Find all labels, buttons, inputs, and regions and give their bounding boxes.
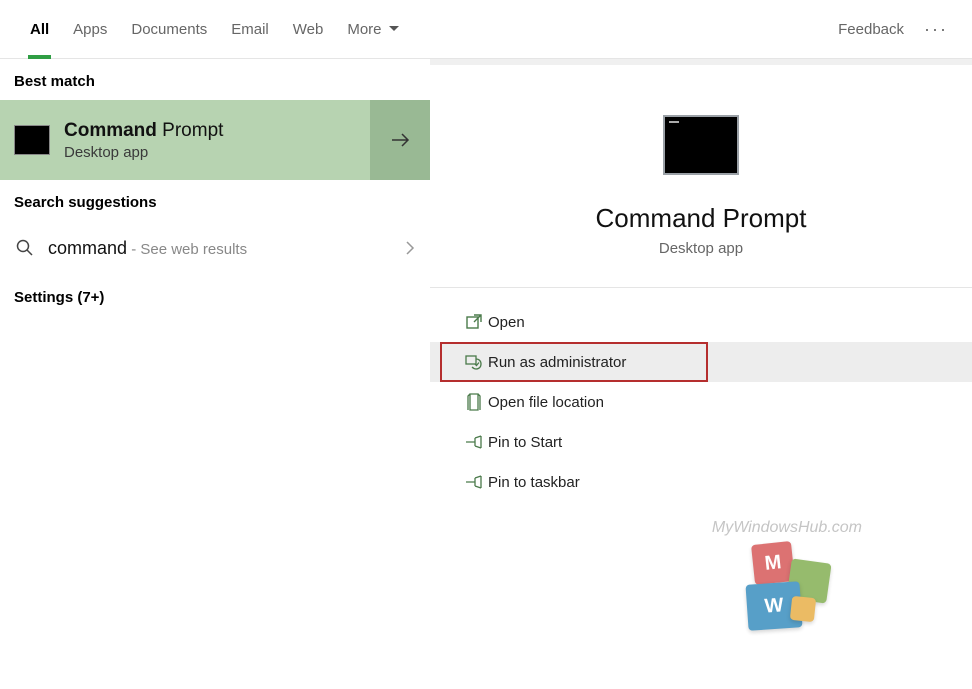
action-open-file-location[interactable]: Open file location [430, 382, 972, 422]
action-label: Open [488, 314, 525, 331]
command-prompt-icon [14, 125, 50, 155]
more-options-icon[interactable]: ··· [918, 19, 954, 40]
search-scope-tabs: All Apps Documents Email Web More Feedba… [0, 0, 972, 59]
action-label: Run as administrator [488, 354, 626, 371]
preview-title: Command Prompt [596, 203, 807, 234]
action-run-as-administrator[interactable]: Run as administrator [440, 342, 708, 382]
action-label: Pin to taskbar [488, 474, 580, 491]
results-panel: Best match Command Prompt Desktop app Se… [0, 59, 430, 689]
pin-icon [460, 434, 488, 450]
preview-panel: Command Prompt Desktop app Open Run as a… [430, 59, 972, 689]
suggestion-text: command - See web results [36, 238, 404, 259]
chevron-down-icon [388, 23, 400, 35]
best-match-result[interactable]: Command Prompt Desktop app [0, 100, 430, 180]
tab-email[interactable]: Email [219, 0, 281, 59]
watermark: MyWindowsHub.com M W [712, 519, 862, 629]
settings-heading[interactable]: Settings (7+) [0, 275, 430, 316]
preview-subtitle: Desktop app [659, 240, 743, 257]
shield-icon [460, 353, 488, 371]
action-label: Pin to Start [488, 434, 562, 451]
suggestions-heading: Search suggestions [0, 180, 430, 221]
tab-all[interactable]: All [18, 0, 61, 59]
feedback-link[interactable]: Feedback [824, 21, 918, 38]
best-match-subtitle: Desktop app [64, 144, 223, 161]
tab-more[interactable]: More [335, 0, 411, 59]
action-pin-to-taskbar[interactable]: Pin to taskbar [430, 462, 972, 502]
tab-documents[interactable]: Documents [119, 0, 219, 59]
search-icon [14, 239, 36, 257]
action-label: Open file location [488, 394, 604, 411]
pin-icon [460, 474, 488, 490]
best-match-title: Command Prompt [64, 120, 223, 142]
action-open[interactable]: Open [430, 302, 972, 342]
command-prompt-large-icon [663, 115, 739, 175]
chevron-right-icon [404, 240, 416, 256]
tab-apps[interactable]: Apps [61, 0, 119, 59]
action-list: Open Run as administrator Open file loca… [430, 288, 972, 502]
expand-result-button[interactable] [370, 100, 430, 180]
open-icon [460, 313, 488, 331]
folder-icon [460, 393, 488, 411]
best-match-heading: Best match [0, 59, 430, 100]
action-pin-to-start[interactable]: Pin to Start [430, 422, 972, 462]
tab-web[interactable]: Web [281, 0, 336, 59]
web-suggestion[interactable]: command - See web results [0, 221, 430, 275]
